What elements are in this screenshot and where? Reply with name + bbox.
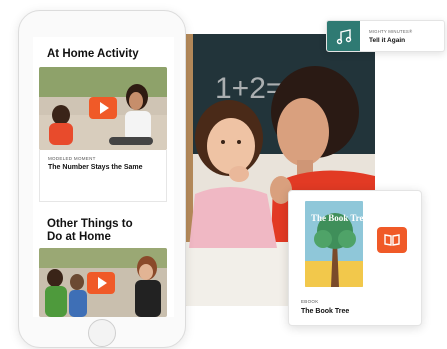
play-icon	[99, 102, 109, 114]
play-button[interactable]	[89, 97, 117, 119]
music-icon-box	[327, 21, 360, 51]
book-icon	[384, 234, 400, 246]
ebook-kicker: EBOOK	[301, 299, 319, 304]
phone-mockup: At Home Activity MODELED MOMENT The Numb…	[18, 10, 186, 348]
activity-video-thumbnail[interactable]	[39, 67, 167, 150]
promo-collage: 1+2=3 At Home Activity MODELED MOMENT Th…	[0, 0, 447, 349]
modeled-moment-card[interactable]: MODELED MOMENT The Number Stays the Same	[39, 150, 167, 202]
cover-title: The Book Tree	[311, 213, 363, 223]
open-ebook-button[interactable]	[377, 227, 407, 253]
music-kicker: MIGHTY MINUTES®	[369, 29, 413, 34]
play-icon	[97, 277, 107, 289]
card-title: The Number Stays the Same	[48, 164, 143, 171]
ebook-title: The Book Tree	[301, 308, 350, 315]
play-button[interactable]	[87, 272, 115, 294]
card-kicker: MODELED MOMENT	[48, 156, 96, 161]
music-title: Tell it Again	[369, 37, 406, 44]
phone-home-button	[88, 319, 116, 347]
music-note-icon	[336, 29, 351, 45]
mighty-minutes-card[interactable]: MIGHTY MINUTES® Tell it Again	[326, 20, 445, 52]
phone-screen: At Home Activity MODELED MOMENT The Numb…	[33, 37, 174, 317]
other-video-thumbnail[interactable]	[39, 248, 167, 317]
other-things-heading: Other Things to Do at Home	[47, 218, 133, 243]
ebook-card[interactable]: The Book Tree EBOOK The Book Tree	[288, 190, 422, 326]
ebook-cover: The Book Tree	[305, 201, 363, 287]
at-home-activity-heading: At Home Activity	[47, 48, 139, 60]
